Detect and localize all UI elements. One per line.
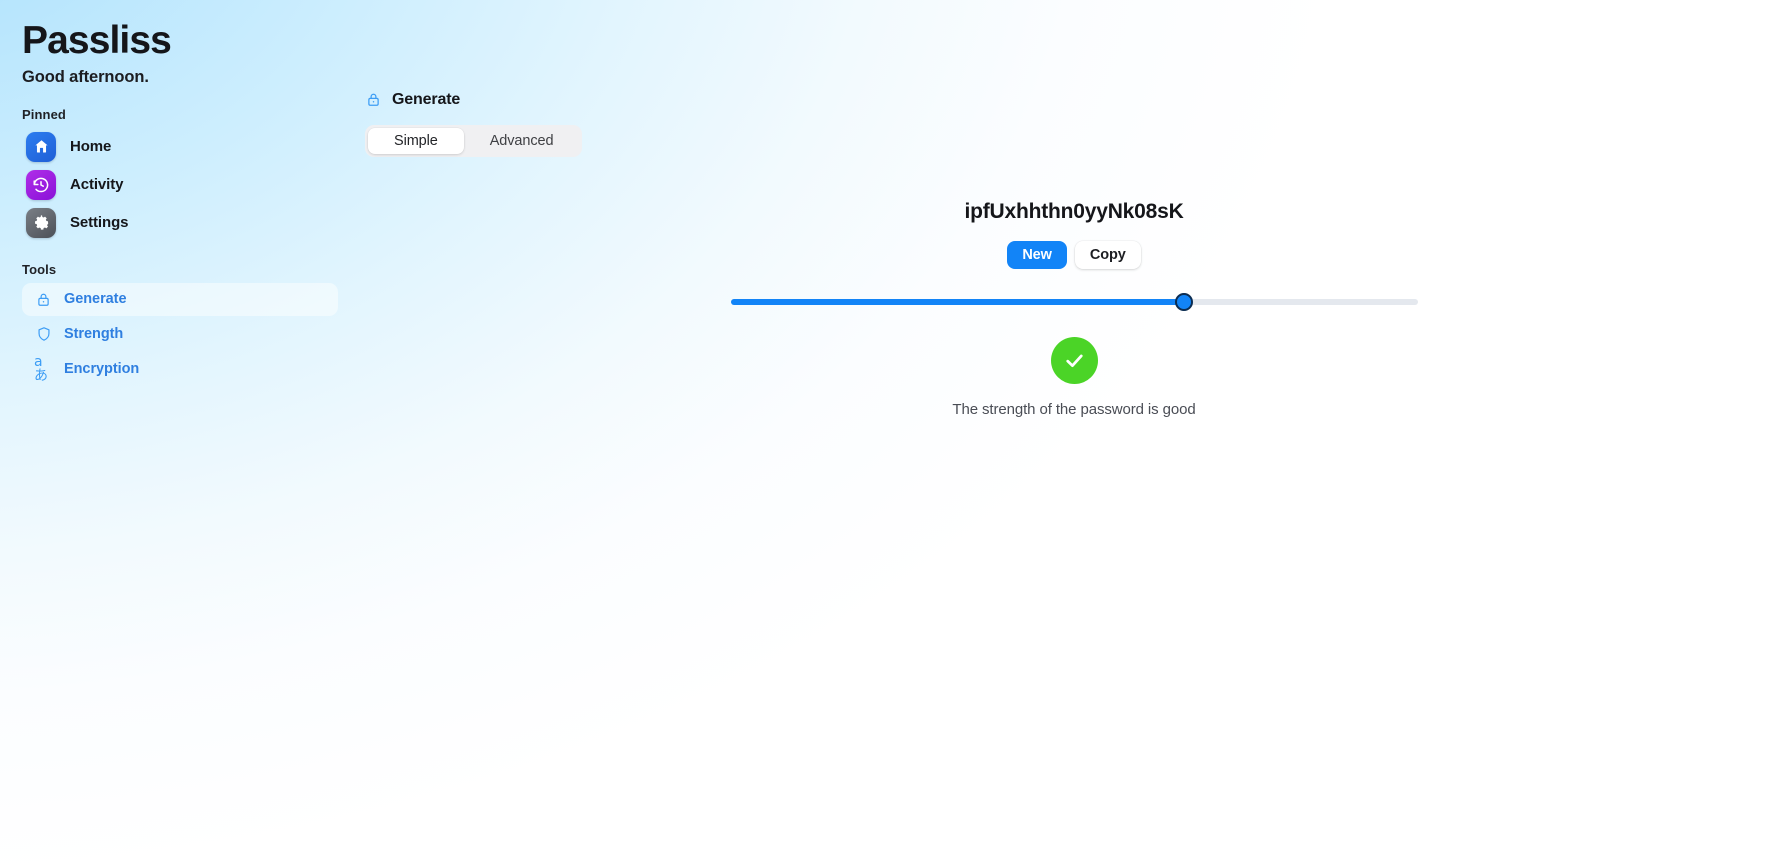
copy-password-button[interactable]: Copy: [1074, 241, 1141, 269]
slider-thumb-icon[interactable]: [1174, 293, 1193, 311]
sidebar-item-settings[interactable]: Settings: [22, 204, 338, 242]
sidebar-item-label: Encryption: [64, 361, 140, 378]
page-title: Generate: [392, 91, 461, 108]
shield-icon: [34, 325, 53, 344]
sidebar-item-activity[interactable]: Activity: [22, 166, 338, 204]
sidebar-item-label: Strength: [64, 326, 124, 343]
lock-icon: [34, 290, 53, 309]
gear-icon: [26, 207, 56, 238]
slider-fill: [730, 299, 1184, 305]
greeting-text: Good afternoon.: [22, 67, 149, 86]
sidebar-item-generate[interactable]: Generate: [22, 282, 338, 316]
tab-advanced[interactable]: Advanced: [464, 128, 580, 154]
sidebar: Passliss Good afternoon. Pinned Home Act…: [0, 0, 360, 865]
generated-password-text[interactable]: ipfUxhhthn0yyNk08sK: [964, 200, 1183, 224]
sidebar-item-encryption[interactable]: aあ Encryption: [22, 353, 338, 386]
history-clock-icon: [26, 169, 56, 200]
strength-message: The strength of the password is good: [952, 401, 1196, 418]
home-icon: [26, 131, 56, 162]
generator-panel: ipfUxhhthn0yyNk08sK New Copy The strengt…: [360, 200, 1788, 418]
sidebar-item-home[interactable]: Home: [22, 128, 338, 166]
app-window: Passliss Good afternoon. Pinned Home Act…: [0, 0, 1788, 865]
sidebar-item-strength[interactable]: Strength: [22, 318, 338, 351]
sidebar-item-label: Generate: [64, 291, 127, 308]
password-length-slider[interactable]: [730, 291, 1418, 313]
sidebar-item-label: Home: [70, 138, 112, 156]
pinned-section-label: Pinned: [22, 106, 66, 122]
sidebar-item-label: Activity: [70, 176, 124, 194]
sidebar-item-label: Settings: [70, 214, 129, 232]
language-translate-icon: aあ: [34, 354, 48, 385]
tools-section-label: Tools: [22, 261, 57, 277]
new-password-button[interactable]: New: [1007, 241, 1067, 269]
generator-actions: New Copy: [1007, 241, 1141, 269]
lock-icon: [366, 92, 383, 109]
tab-simple[interactable]: Simple: [368, 128, 464, 154]
mode-tabs: Simple Advanced: [365, 125, 583, 157]
panel-header: Generate: [366, 91, 460, 109]
main-content: Generate Simple Advanced ipfUxhhthn0yyNk…: [360, 0, 1788, 865]
status-badge: [1050, 337, 1098, 384]
app-title: Passliss: [22, 19, 172, 62]
